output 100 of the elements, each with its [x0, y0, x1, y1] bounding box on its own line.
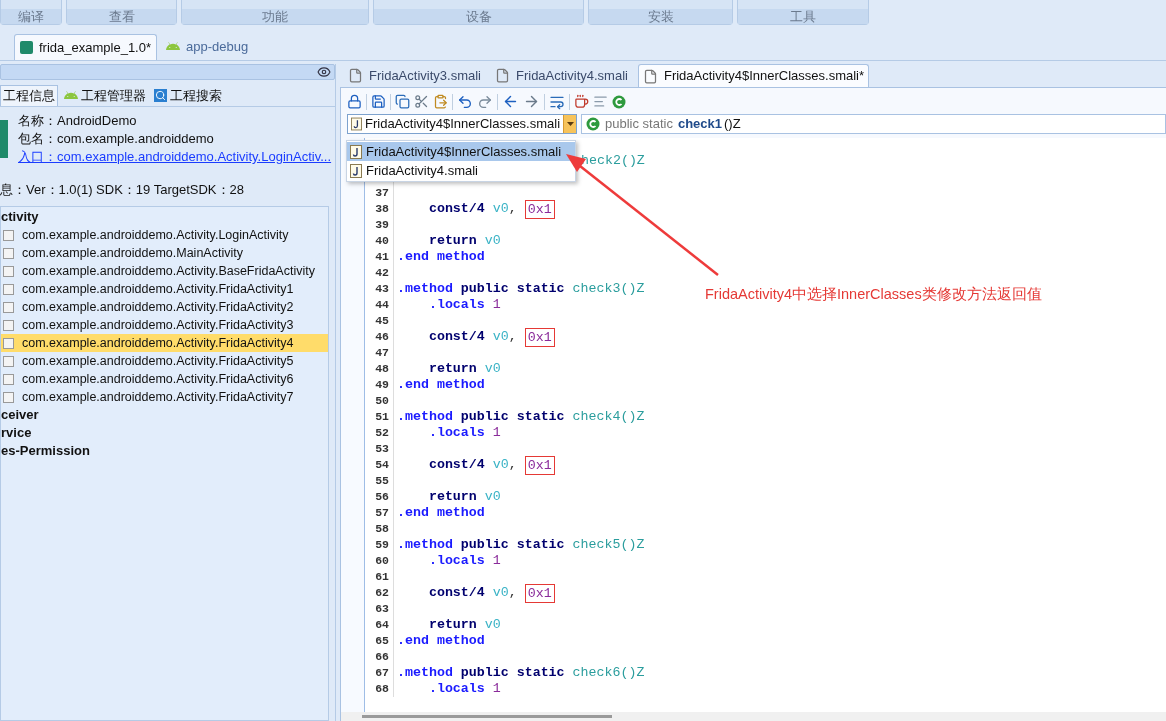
panel-tab[interactable]: 工程信息 — [0, 85, 58, 106]
activity-icon — [3, 373, 14, 385]
file-icon — [348, 68, 363, 83]
activity-icon — [3, 283, 14, 295]
line-number: 47 — [365, 345, 394, 361]
code-text: .method public static check5()Z — [397, 537, 645, 553]
activity-icon — [3, 229, 14, 241]
class-combo[interactable]: FridaActivity4$InnerClasses.smali — [347, 114, 577, 134]
line-number: 57 — [365, 505, 394, 521]
panel-tab[interactable]: 工程搜索 — [152, 85, 224, 106]
tree-group-label[interactable]: ceiver — [1, 406, 328, 424]
text-lines-icon[interactable] — [593, 94, 608, 109]
line-number: 43 — [365, 281, 394, 297]
app-icon — [0, 120, 8, 158]
paste-icon[interactable] — [433, 94, 448, 109]
line-number: 51 — [365, 409, 394, 425]
code-text: const/4 v0, — [427, 329, 518, 345]
ribbon-group-label: 编译 — [1, 9, 61, 24]
eye-icon[interactable] — [317, 65, 331, 79]
line-number: 58 — [365, 521, 394, 537]
panel-tab[interactable]: 工程管理器 — [62, 85, 148, 106]
code-text: return v0 — [427, 617, 501, 633]
file-tab[interactable]: FridaActivity4.smali — [490, 64, 632, 87]
code-text: return v0 — [427, 233, 501, 249]
tree-item[interactable]: com.example.androiddemo.Activity.FridaActivity3 — [1, 316, 328, 334]
tree-item[interactable]: com.example.androiddemo.Activity.FridaActivity7 — [1, 388, 328, 406]
dropdown-item[interactable]: FridaActivity4.smali — [347, 161, 575, 180]
method-combo[interactable]: public static check1()Z — [581, 114, 1166, 134]
tree-item[interactable]: com.example.androiddemo.MainActivity — [1, 244, 328, 262]
redo-icon[interactable] — [477, 93, 493, 110]
tree-group-label[interactable]: es-Permission — [1, 442, 328, 460]
search-icon — [154, 89, 167, 102]
ribbon-group-label: 安装 — [589, 9, 732, 24]
undo-icon[interactable] — [457, 93, 473, 110]
code-text: const/4 v0, — [427, 585, 518, 601]
code-text: const/4 v0, — [427, 201, 518, 217]
line-number: 42 — [365, 265, 394, 281]
line-number: 48 — [365, 361, 394, 377]
line-number: 56 — [365, 489, 394, 505]
project-tab[interactable]: frida_example_1.0* — [14, 34, 158, 60]
ribbon-group-label: 功能 — [182, 9, 368, 24]
code-text: heck2()Z — [581, 153, 645, 169]
line-number: 60 — [365, 553, 394, 569]
line-number: 62 — [365, 585, 394, 601]
activity-icon — [3, 337, 14, 349]
activity-icon — [3, 355, 14, 367]
code-text: .locals 1 — [427, 553, 501, 569]
code-text: const/4 v0, — [427, 457, 518, 473]
tree-item[interactable]: com.example.androiddemo.Activity.BaseFridaActivity — [1, 262, 328, 280]
arrow-right-icon[interactable] — [523, 93, 540, 110]
line-number: 45 — [365, 313, 394, 329]
line-number: 55 — [365, 473, 394, 489]
entry-link[interactable]: 入口：com.example.androiddemo.Activity.LoginActiv... — [18, 148, 332, 166]
code-text: .end method — [397, 505, 485, 521]
code-text: .locals 1 — [427, 681, 501, 697]
tree-item[interactable]: com.example.androiddemo.Activity.LoginActivity — [1, 226, 328, 244]
annotation-text: FridaActivity4中选择InnerClasses类修改方法返回值 — [705, 285, 1042, 304]
lock-icon[interactable] — [347, 94, 362, 109]
file-tab[interactable]: FridaActivity4$InnerClasses.smali* — [637, 64, 870, 87]
highlighted-value: 0x1 — [524, 583, 555, 603]
tree-item[interactable]: com.example.androiddemo.Activity.FridaActivity6 — [1, 370, 328, 388]
tree-item[interactable]: com.example.androiddemo.Activity.FridaActivity4 — [1, 334, 328, 352]
file-tab[interactable]: FridaActivity3.smali — [344, 64, 485, 87]
line-number: 64 — [365, 617, 394, 633]
project-tab[interactable]: app-debug — [161, 34, 254, 60]
java-file-icon — [350, 144, 362, 159]
save-icon[interactable] — [371, 94, 386, 109]
tree-item[interactable]: com.example.androiddemo.Activity.FridaActivity5 — [1, 352, 328, 370]
line-number: 44 — [365, 297, 394, 313]
ribbon-group-label: 工具 — [738, 9, 868, 24]
horizontal-scrollbar[interactable] — [341, 712, 1166, 721]
activity-icon — [3, 301, 14, 313]
line-number: 38 — [365, 201, 394, 217]
code-text: .locals 1 — [427, 425, 501, 441]
tree-group-label[interactable]: rvice — [1, 424, 328, 442]
dropdown-item[interactable]: FridaActivity4$InnerClasses.smali — [347, 142, 575, 161]
copy-icon[interactable] — [395, 94, 410, 109]
code-text: .method public static check6()Z — [397, 665, 645, 681]
tree-item[interactable]: com.example.androiddemo.Activity.FridaActivity2 — [1, 298, 328, 316]
activity-icon — [3, 265, 14, 277]
code-text: .locals 1 — [427, 297, 501, 313]
java-file-icon — [351, 117, 362, 131]
coffee-cup-icon[interactable] — [574, 94, 589, 109]
code-text: .method public static check4()Z — [397, 409, 645, 425]
package-name: 包名：com.example.androiddemo — [18, 130, 215, 148]
activity-icon — [3, 319, 14, 331]
arrow-left-icon[interactable] — [502, 93, 519, 110]
project-icon — [20, 41, 33, 54]
tree-group-label[interactable]: ctivity — [1, 208, 328, 226]
file-icon — [642, 68, 658, 84]
dropdown-caret-icon[interactable] — [563, 115, 576, 133]
line-number: 67 — [365, 665, 394, 681]
code-text: .end method — [397, 377, 485, 393]
line-number: 53 — [365, 441, 394, 457]
scissors-icon[interactable] — [414, 94, 429, 109]
tree-item[interactable]: com.example.androiddemo.Activity.FridaActivity1 — [1, 280, 328, 298]
code-text: .end method — [397, 633, 485, 649]
line-number: 37 — [365, 185, 394, 201]
line-number: 49 — [365, 377, 394, 393]
line-number: 50 — [365, 393, 394, 409]
